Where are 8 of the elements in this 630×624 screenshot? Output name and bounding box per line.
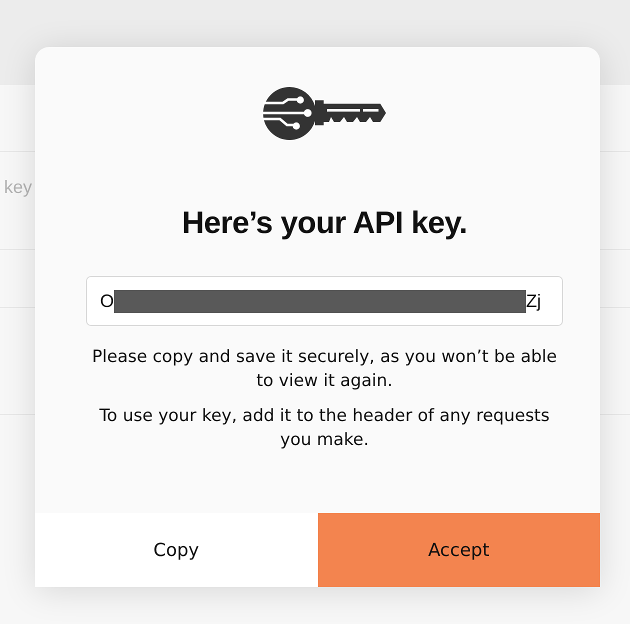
key-icon <box>263 87 386 140</box>
copy-button[interactable]: Copy <box>35 513 318 587</box>
instruction-text: To use your key, add it to the header of any requests you make. <box>98 405 551 452</box>
api-key-field[interactable]: O Zj <box>86 276 563 326</box>
accept-button[interactable]: Accept <box>318 513 600 587</box>
instruction-text: Please copy and save it securely, as you won’t be able to view it again. <box>91 346 558 393</box>
backdrop-text: key <box>4 177 32 197</box>
dialog-title: Here’s your API key. <box>182 204 468 242</box>
